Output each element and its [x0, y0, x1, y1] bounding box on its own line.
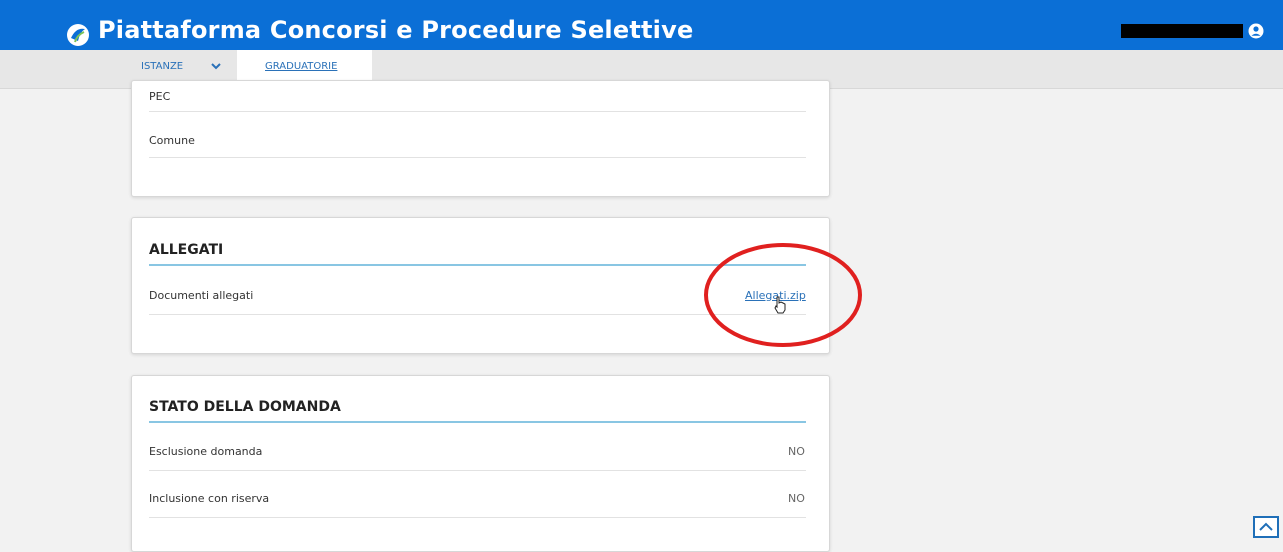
pec-label: PEC: [149, 90, 171, 103]
inclusione-riserva-value: NO: [788, 492, 805, 505]
tab-graduatorie-label[interactable]: GRADUATORIE: [265, 61, 337, 72]
anagrafica-card: [131, 80, 830, 197]
chevron-down-icon[interactable]: [211, 62, 221, 70]
section-underline: [149, 421, 806, 423]
row-divider: [149, 470, 806, 471]
comune-label: Comune: [149, 134, 195, 147]
documenti-allegati-label: Documenti allegati: [149, 289, 254, 302]
row-divider: [149, 517, 806, 518]
esclusione-domanda-value: NO: [788, 445, 805, 458]
allegati-section-title: ALLEGATI: [149, 242, 224, 258]
stato-section-title: STATO DELLA DOMANDA: [149, 399, 341, 415]
scroll-to-top-button[interactable]: [1253, 516, 1279, 538]
tab-istanze-label: ISTANZE: [141, 61, 184, 72]
redacted-username: [1121, 24, 1243, 38]
red-annotation-circle: [704, 243, 862, 347]
app-title: Piattaforma Concorsi e Procedure Seletti…: [98, 16, 694, 44]
user-account-icon[interactable]: [1248, 23, 1264, 39]
esclusione-domanda-label: Esclusione domanda: [149, 445, 263, 458]
row-divider: [149, 157, 806, 158]
platform-logo-icon: [67, 24, 89, 46]
inclusione-riserva-label: Inclusione con riserva: [149, 492, 270, 505]
row-divider: [149, 111, 806, 112]
chevron-up-icon: [1259, 522, 1273, 531]
